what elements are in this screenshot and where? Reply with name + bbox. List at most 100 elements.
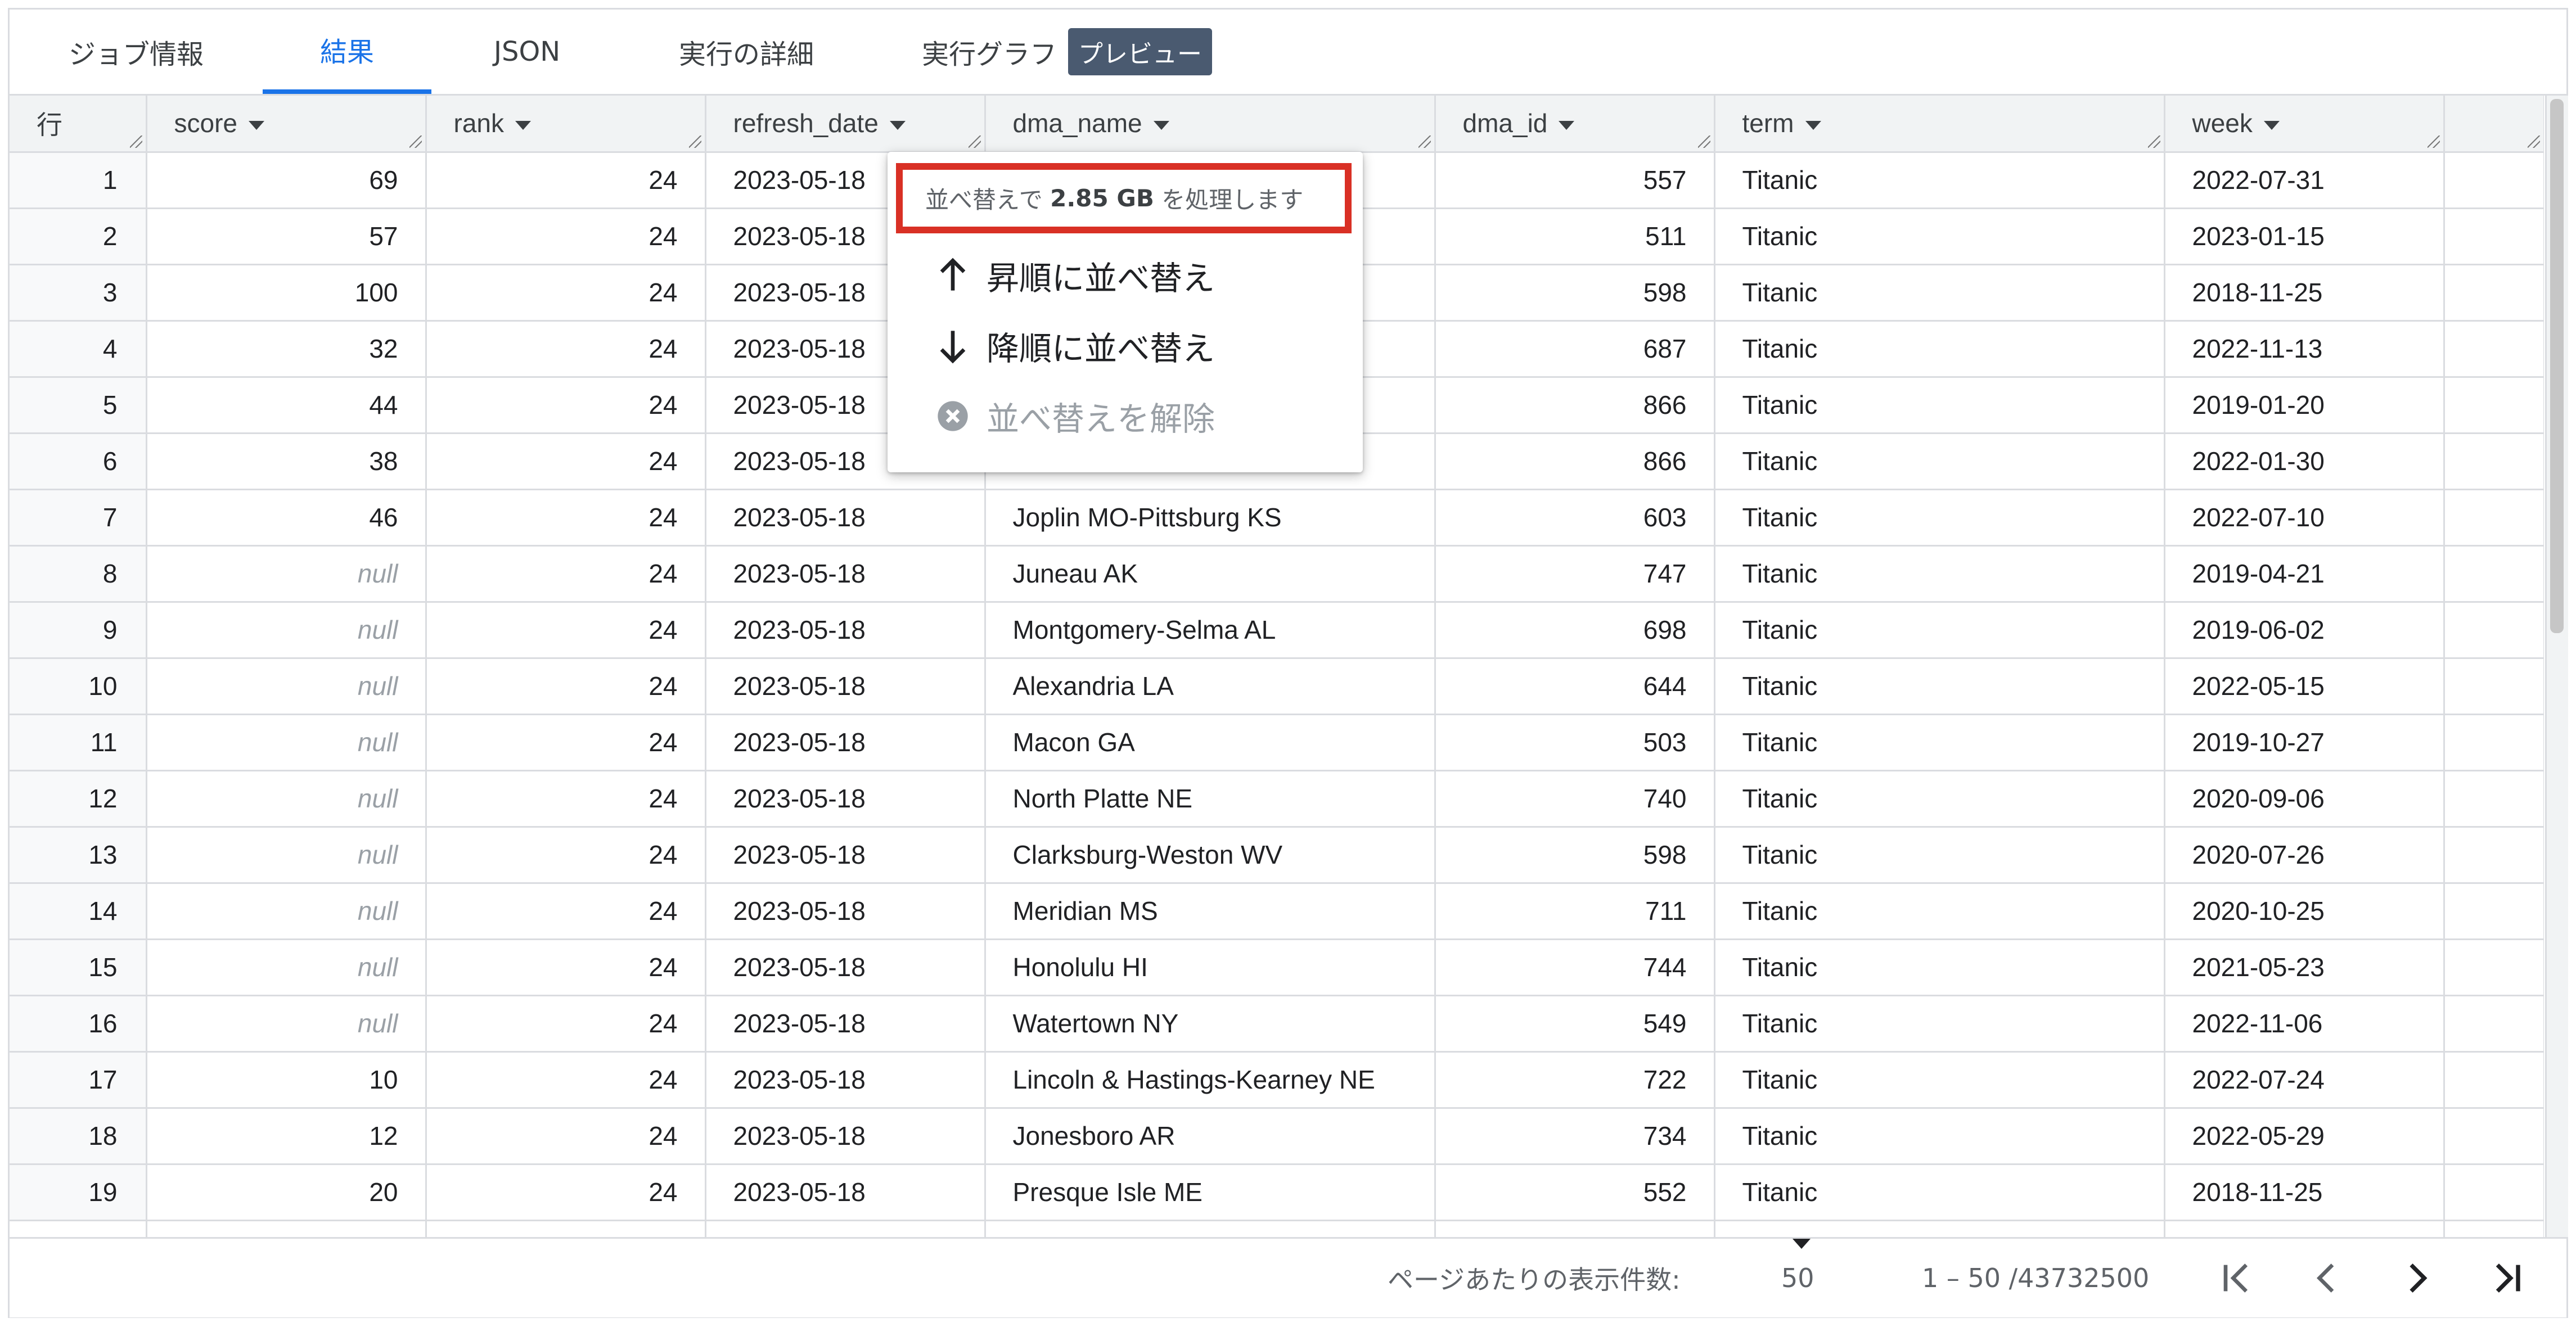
sort-menu-arrow-icon[interactable] <box>1153 121 1169 130</box>
cell-dma-name[interactable]: Juneau AK <box>985 545 1436 603</box>
cell-dma-name[interactable]: Presque Isle ME <box>985 1164 1436 1221</box>
cell-week[interactable]: 2022-07-31 <box>2164 152 2445 209</box>
cell-week[interactable]: 2022-07-10 <box>2164 489 2445 547</box>
cell-score[interactable]: null <box>146 883 427 940</box>
cell-score[interactable]: 44 <box>146 377 427 434</box>
cell-rank[interactable]: 24 <box>426 883 706 940</box>
cell-week[interactable]: 2020-10-25 <box>2164 883 2445 940</box>
cell-dma-id[interactable]: 598 <box>1435 264 1715 322</box>
cell-score[interactable]: null <box>146 714 427 771</box>
cell-refresh-date[interactable]: 2023-05-18 <box>705 770 986 828</box>
column-header-dma-name[interactable]: dma_name <box>985 96 1436 153</box>
cell-dma-id[interactable]: 603 <box>1435 489 1715 547</box>
cell-term[interactable]: Titanic <box>1714 208 2165 265</box>
cell-week[interactable]: 2019-06-02 <box>2164 602 2445 659</box>
cell-dma-id[interactable]: 866 <box>1435 433 1715 490</box>
cell-row-number[interactable]: 1 <box>10 152 147 209</box>
tab-execution-details[interactable]: 実行の詳細 <box>634 10 859 94</box>
cell-refresh-date[interactable]: 2023-05-18 <box>705 1164 986 1221</box>
sort-menu-arrow-icon[interactable] <box>1805 121 1821 130</box>
cell-row-number[interactable]: 13 <box>10 827 147 884</box>
cell-score[interactable]: 12 <box>146 1108 427 1165</box>
tab-json[interactable]: JSON <box>454 10 600 94</box>
cell-week[interactable]: 2020-09-06 <box>2164 770 2445 828</box>
cell-term[interactable]: Titanic <box>1714 1051 2165 1109</box>
cell-dma-id[interactable]: 552 <box>1435 1164 1715 1221</box>
cell-dma-name[interactable]: Jonesboro AR <box>985 1108 1436 1165</box>
cell-score[interactable]: null <box>146 658 427 715</box>
cell-row-number[interactable]: 3 <box>10 264 147 322</box>
sort-menu-arrow-icon[interactable] <box>515 121 531 130</box>
cell-term[interactable]: Titanic <box>1714 995 2165 1053</box>
sort-menu-arrow-icon[interactable] <box>248 121 264 130</box>
cell-term[interactable]: Titanic <box>1714 377 2165 434</box>
cell-dma-id[interactable]: 687 <box>1435 321 1715 378</box>
cell-rank[interactable]: 24 <box>426 208 706 265</box>
column-header-refresh-date[interactable]: refresh_date <box>705 96 986 153</box>
tab-execution-graph[interactable]: 実行グラフ プレビュー <box>887 10 1247 94</box>
cell-dma-name[interactable]: North Platte NE <box>985 770 1436 828</box>
cell-term[interactable]: Titanic <box>1714 714 2165 771</box>
cell-score[interactable]: 38 <box>146 433 427 490</box>
resize-handle[interactable] <box>129 135 142 148</box>
cell-rank[interactable]: 24 <box>426 433 706 490</box>
cell-dma-name[interactable]: Clarksburg-Weston WV <box>985 827 1436 884</box>
cell-row-number[interactable]: 14 <box>10 883 147 940</box>
cell-term[interactable]: Titanic <box>1714 152 2165 209</box>
cell-rank[interactable]: 24 <box>426 827 706 884</box>
cell-score[interactable]: null <box>146 995 427 1053</box>
cell-refresh-date[interactable]: 2023-05-18 <box>705 658 986 715</box>
cell-term[interactable]: Titanic <box>1714 770 2165 828</box>
cell-term[interactable]: Titanic <box>1714 545 2165 603</box>
cell-refresh-date[interactable]: 2023-05-18 <box>705 489 986 547</box>
cell-dma-id[interactable]: 866 <box>1435 377 1715 434</box>
cell-term[interactable]: Titanic <box>1714 1108 2165 1165</box>
cell-week[interactable]: 2022-07-24 <box>2164 1051 2445 1109</box>
sort-menu-arrow-icon[interactable] <box>1559 121 1575 130</box>
cell-rank[interactable]: 24 <box>426 995 706 1053</box>
cell-dma-id[interactable]: 644 <box>1435 658 1715 715</box>
last-page-icon[interactable] <box>2484 1256 2529 1301</box>
sort-ascending-item[interactable]: 昇順に並べ替え <box>888 242 1363 309</box>
cell-dma-id[interactable]: 598 <box>1435 827 1715 884</box>
cell-dma-id[interactable]: 511 <box>1435 208 1715 265</box>
cell-refresh-date[interactable]: 2023-05-18 <box>705 602 986 659</box>
sort-menu-arrow-icon[interactable] <box>2263 121 2280 130</box>
cell-score[interactable]: 69 <box>146 152 427 209</box>
cell-row-number[interactable]: 15 <box>10 939 147 996</box>
cell-row-number[interactable]: 4 <box>10 321 147 378</box>
column-header-dma-id[interactable]: dma_id <box>1435 96 1715 153</box>
resize-handle[interactable] <box>968 135 981 148</box>
cell-score[interactable]: 20 <box>146 1164 427 1221</box>
tab-results[interactable]: 結果 <box>263 10 431 94</box>
scrollbar-thumb[interactable] <box>2550 99 2564 633</box>
cell-week[interactable]: 2018-11-25 <box>2164 264 2445 322</box>
cell-week[interactable]: 2022-05-15 <box>2164 658 2445 715</box>
column-header-rank[interactable]: rank <box>426 96 706 153</box>
cell-week[interactable]: 2022-01-30 <box>2164 433 2445 490</box>
cell-dma-name[interactable]: Watertown NY <box>985 995 1436 1053</box>
cell-dma-id[interactable]: 503 <box>1435 714 1715 771</box>
cell-term[interactable]: Titanic <box>1714 602 2165 659</box>
cell-dma-id[interactable]: 740 <box>1435 770 1715 828</box>
resize-handle[interactable] <box>2147 135 2160 148</box>
cell-dma-id[interactable]: 747 <box>1435 545 1715 603</box>
cell-rank[interactable]: 24 <box>426 377 706 434</box>
column-header-week[interactable]: week <box>2164 96 2445 153</box>
cell-row-number[interactable]: 5 <box>10 377 147 434</box>
cell-score[interactable]: 100 <box>146 264 427 322</box>
cell-score[interactable]: null <box>146 602 427 659</box>
cell-row-number[interactable]: 17 <box>10 1051 147 1109</box>
cell-rank[interactable]: 24 <box>426 714 706 771</box>
cell-row-number[interactable]: 12 <box>10 770 147 828</box>
cell-week[interactable]: 2020-07-26 <box>2164 827 2445 884</box>
vertical-scrollbar[interactable] <box>2545 96 2568 1237</box>
cell-term[interactable]: Titanic <box>1714 264 2165 322</box>
cell-rank[interactable]: 24 <box>426 939 706 996</box>
cell-refresh-date[interactable]: 2023-05-18 <box>705 995 986 1053</box>
cell-row-number[interactable]: 2 <box>10 208 147 265</box>
cell-rank[interactable]: 24 <box>426 264 706 322</box>
cell-dma-name[interactable]: Alexandria LA <box>985 658 1436 715</box>
cell-row-number[interactable]: 19 <box>10 1164 147 1221</box>
cell-week[interactable]: 2019-01-20 <box>2164 377 2445 434</box>
